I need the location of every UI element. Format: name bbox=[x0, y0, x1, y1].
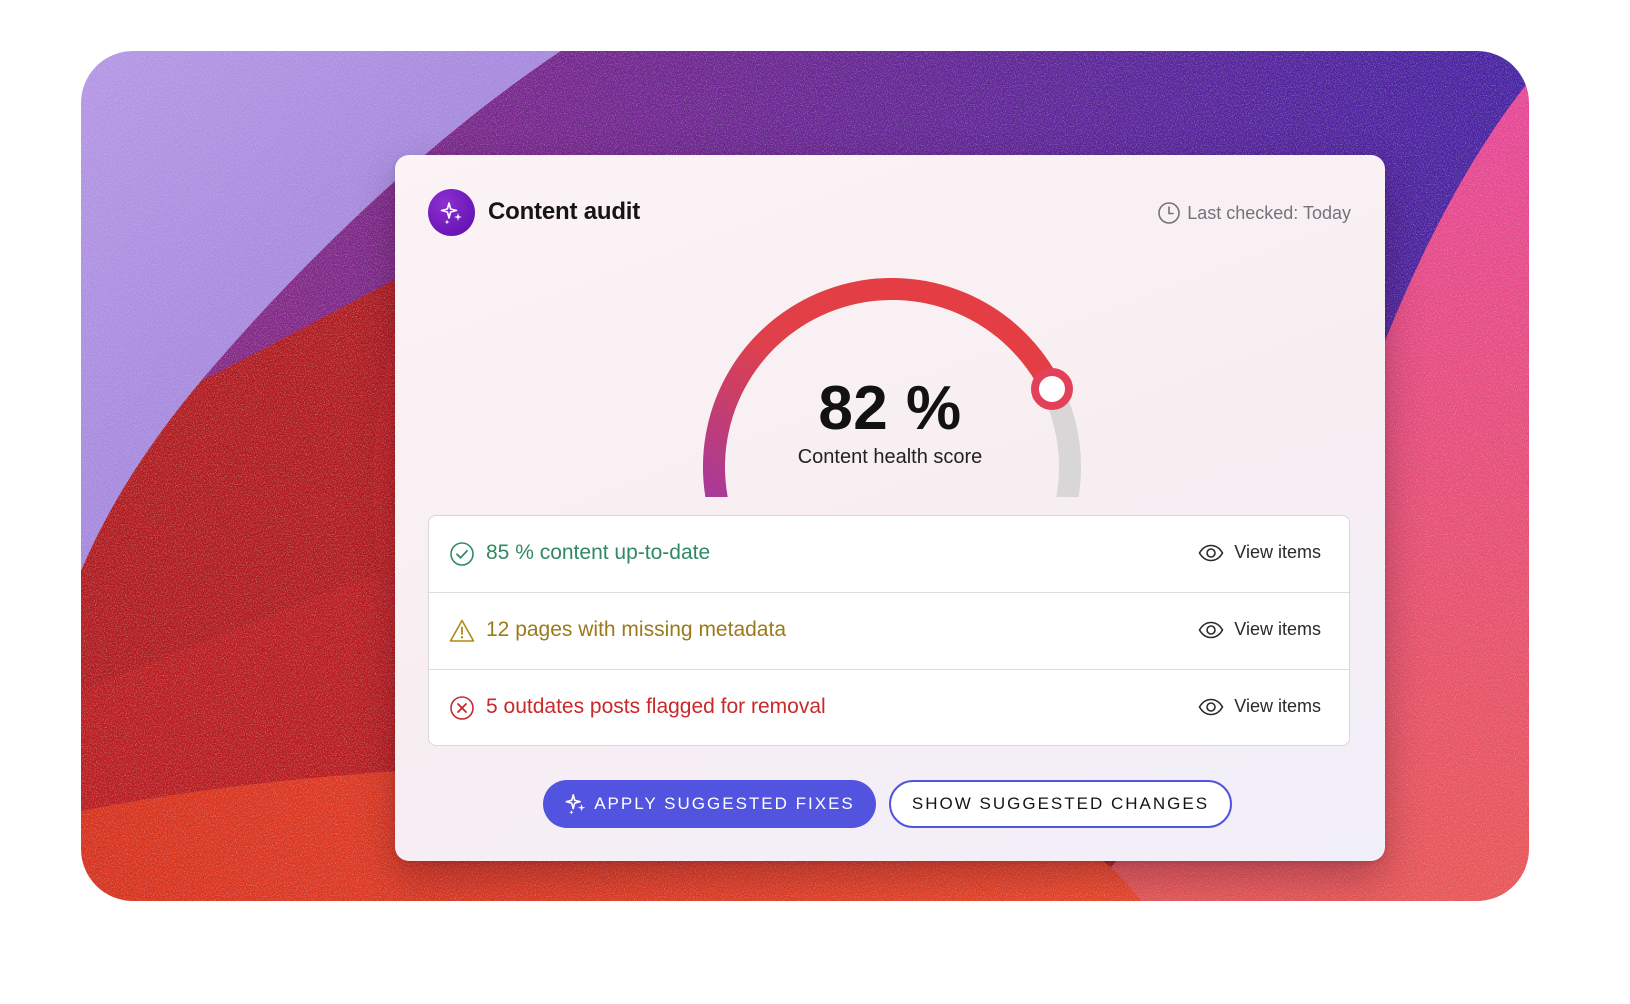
clock-icon bbox=[1158, 202, 1181, 224]
score-value: 82 % bbox=[818, 374, 962, 443]
apply-suggested-fixes-label: APPLY SUGGESTED FIXES bbox=[594, 794, 855, 813]
eye-icon bbox=[1198, 544, 1224, 561]
audit-findings-list: 85 % content up-to-date View items 12 pa… bbox=[428, 515, 1350, 746]
show-suggested-changes-label: SHOW SUGGESTED CHANGES bbox=[911, 794, 1210, 813]
sparkles-icon bbox=[565, 793, 586, 815]
eye-icon bbox=[1198, 621, 1224, 638]
check-circle-icon bbox=[450, 542, 474, 566]
sparkles-glyph bbox=[440, 201, 462, 224]
card-header: Content audit Last checked: Today bbox=[428, 189, 1351, 237]
sparkles-icon bbox=[428, 189, 475, 236]
view-items-link[interactable]: View items bbox=[1198, 696, 1321, 717]
card-title: Content audit bbox=[488, 198, 641, 225]
view-items-label: View items bbox=[1234, 619, 1321, 639]
list-item-text: 5 outdates posts flagged for removal bbox=[486, 695, 826, 718]
last-checked-status: Last checked: Today bbox=[1157, 201, 1351, 225]
list-item: 5 outdates posts flagged for removal Vie… bbox=[429, 670, 1349, 745]
view-items-label: View items bbox=[1234, 542, 1321, 562]
view-items-link[interactable]: View items bbox=[1198, 542, 1321, 563]
x-circle-icon bbox=[450, 696, 474, 720]
last-checked-text: Last checked: Today bbox=[1187, 202, 1351, 223]
list-item-text: 12 pages with missing metadata bbox=[486, 618, 786, 641]
list-item: 12 pages with missing metadata View item… bbox=[429, 593, 1349, 670]
eye-icon bbox=[1198, 698, 1224, 715]
view-items-label: View items bbox=[1234, 696, 1321, 716]
hero-background: Content audit Last checked: Today 82 % C… bbox=[81, 51, 1529, 901]
apply-suggested-fixes-button[interactable]: APPLY SUGGESTED FIXES bbox=[543, 780, 876, 828]
view-items-link[interactable]: View items bbox=[1198, 619, 1321, 640]
list-item: 85 % content up-to-date View items bbox=[429, 516, 1349, 593]
list-item-text: 85 % content up-to-date bbox=[486, 541, 711, 564]
content-audit-card: Content audit Last checked: Today 82 % C… bbox=[395, 155, 1385, 861]
show-suggested-changes-button[interactable]: SHOW SUGGESTED CHANGES bbox=[889, 780, 1232, 828]
score-label: Content health score bbox=[797, 446, 983, 468]
warning-triangle-icon bbox=[449, 619, 475, 642]
